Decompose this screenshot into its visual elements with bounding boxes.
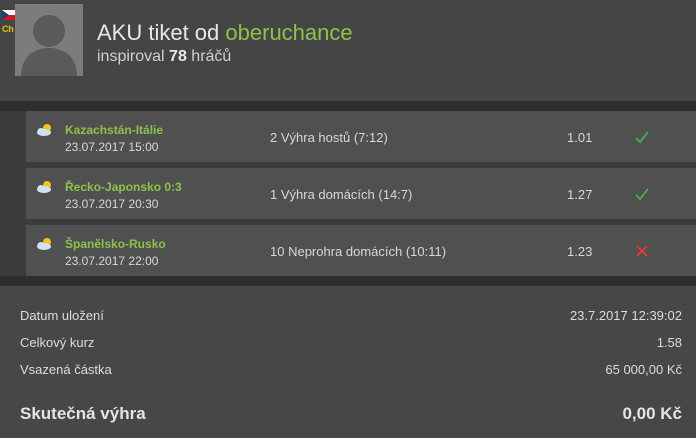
stake-value: 65 000,00 Kč	[605, 362, 682, 377]
actual-win-row: Skutečná výhra 0,00 Kč	[20, 404, 682, 426]
bet-row[interactable]: Španělsko-Rusko 23.07.2017 22:00 10 Nepr…	[26, 225, 696, 276]
bet-odds: 1.27	[567, 187, 593, 202]
bet-list: Kazachstán-Itálie 23.07.2017 15:00 2 Výh…	[0, 111, 696, 276]
inspired-count: inspiroval 78 hráčů	[97, 48, 231, 66]
match-date: 23.07.2017 20:30	[65, 197, 159, 211]
total-odds-label: Celkový kurz	[20, 335, 95, 350]
players-count: 78	[169, 48, 187, 65]
title-prefix: AKU tiket od	[97, 20, 220, 45]
weather-icon	[37, 181, 51, 193]
stake-label: Vsazená částka	[20, 362, 112, 377]
bet-tip: 10 Neprohra domácích (10:11)	[270, 244, 447, 259]
match-date: 23.07.2017 22:00	[65, 254, 159, 268]
match-name[interactable]: Kazachstán-Itálie	[65, 123, 163, 137]
ticket-title: AKU tiket od oberuchance	[97, 20, 353, 46]
avatar[interactable]	[15, 4, 83, 76]
check-icon	[635, 188, 649, 201]
ticket-summary: Datum uložení 23.7.2017 12:39:02 Celkový…	[0, 286, 696, 438]
match-name[interactable]: Řecko-Japonsko 0:3	[65, 180, 182, 194]
subtitle-suffix: hráčů	[191, 48, 232, 65]
stake-row: Vsazená částka 65 000,00 Kč	[20, 362, 682, 378]
cross-icon	[636, 245, 648, 257]
bet-tip: 2 Výhra hostů (7:12)	[270, 130, 388, 145]
weather-icon	[37, 124, 51, 136]
match-date: 23.07.2017 15:00	[65, 140, 159, 154]
channel-badge: Ch	[2, 24, 14, 34]
actual-win-value: 0,00 Kč	[622, 404, 682, 423]
check-icon	[635, 131, 649, 144]
saved-date-row: Datum uložení 23.7.2017 12:39:02	[20, 308, 682, 324]
divider	[0, 101, 696, 111]
bet-row[interactable]: Řecko-Japonsko 0:3 23.07.2017 20:30 1 Vý…	[26, 168, 696, 219]
subtitle-prefix: inspiroval	[97, 48, 165, 65]
bet-odds: 1.23	[567, 244, 593, 259]
weather-icon	[37, 238, 51, 250]
user-silhouette-icon	[21, 15, 77, 76]
bet-odds: 1.01	[567, 130, 593, 145]
saved-date-label: Datum uložení	[20, 308, 104, 323]
author-link[interactable]: oberuchance	[225, 20, 352, 45]
match-name[interactable]: Španělsko-Rusko	[65, 237, 166, 251]
total-odds-row: Celkový kurz 1.58	[20, 335, 682, 351]
divider	[0, 276, 696, 286]
ticket-header: Ch AKU tiket od oberuchance inspiroval 7…	[0, 0, 696, 101]
bet-tip: 1 Výhra domácích (14:7)	[270, 187, 413, 202]
total-odds-value: 1.58	[656, 335, 682, 350]
bet-row[interactable]: Kazachstán-Itálie 23.07.2017 15:00 2 Výh…	[26, 111, 696, 162]
czech-flag-icon	[2, 10, 16, 20]
saved-date-value: 23.7.2017 12:39:02	[569, 308, 682, 323]
actual-win-label: Skutečná výhra	[20, 404, 146, 423]
